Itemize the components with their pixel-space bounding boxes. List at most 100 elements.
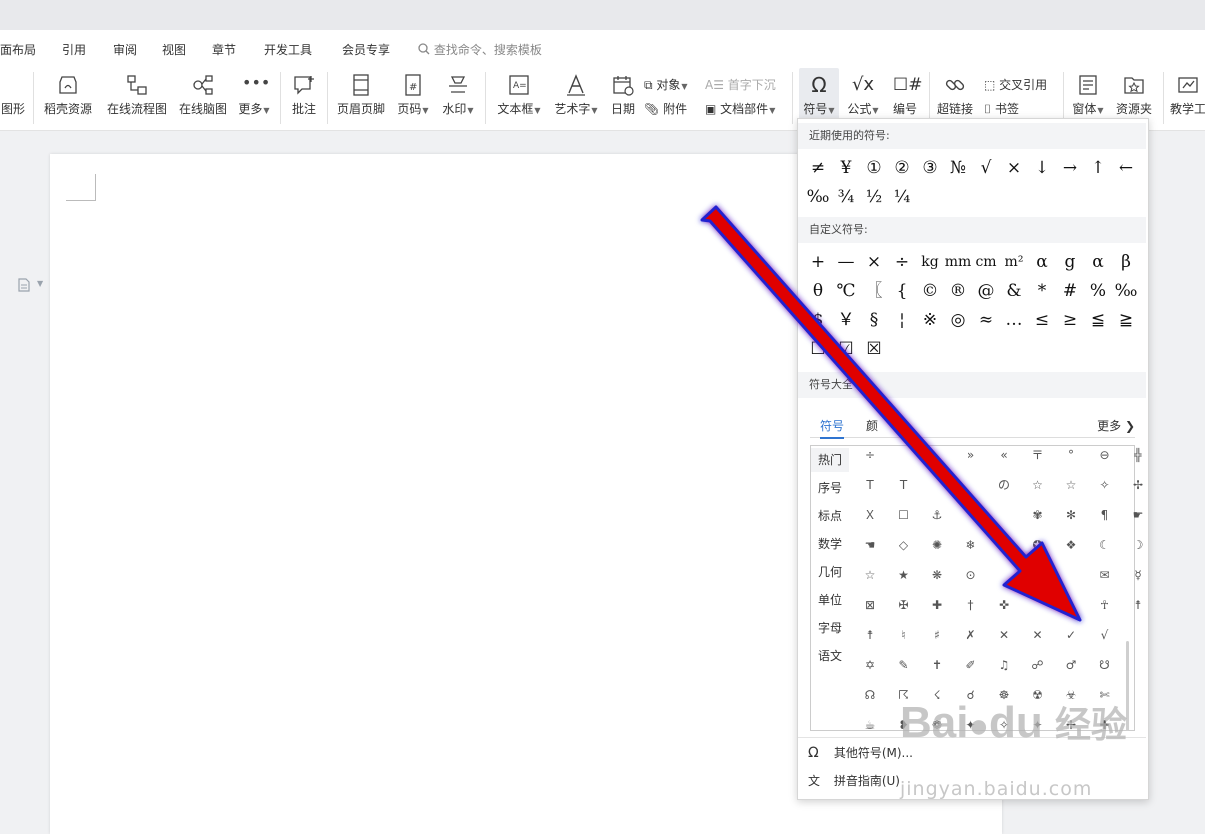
category-item[interactable]: 几何	[811, 560, 849, 584]
symbol-cell[interactable]: →	[1056, 154, 1084, 183]
library-symbol[interactable]: ✕	[987, 620, 1021, 650]
library-symbol[interactable]: ✾	[1021, 500, 1055, 530]
symbol-cell[interactable]: ‰	[1112, 277, 1140, 306]
symbol-cell[interactable]: …	[1000, 306, 1028, 335]
symbol-cell[interactable]: kg	[916, 248, 944, 277]
library-symbol[interactable]: ☆	[1054, 470, 1088, 500]
symbol-cell[interactable]: ≥	[1056, 306, 1084, 335]
library-symbol[interactable]: ¶	[1088, 500, 1122, 530]
library-symbol[interactable]: ❖	[1054, 530, 1088, 560]
category-item[interactable]: 字母	[811, 616, 849, 640]
library-symbol[interactable]: ☕	[853, 710, 887, 740]
library-symbol[interactable]: °	[1054, 440, 1088, 470]
symbol-cell[interactable]: #	[1056, 277, 1084, 306]
symbol-cell[interactable]: ☐	[804, 335, 832, 364]
library-symbol[interactable]: Ｘ	[853, 500, 887, 530]
category-item[interactable]: 标点	[811, 504, 849, 528]
library-symbol[interactable]: ☨	[853, 620, 887, 650]
symbol-cell[interactable]: ◎	[944, 306, 972, 335]
library-symbol[interactable]: ✝	[920, 650, 954, 680]
bookmark-button[interactable]: ⌷ 书签	[984, 100, 1019, 117]
symbol-cell[interactable]: α	[1028, 248, 1056, 277]
library-symbol[interactable]: ☥	[1088, 590, 1122, 620]
tab-symbols[interactable]: 符号	[820, 417, 845, 439]
library-symbol[interactable]: ╬	[1121, 440, 1155, 470]
watermark-button[interactable]: 水印▼	[440, 68, 476, 126]
symbol-cell[interactable]: β	[1112, 248, 1140, 277]
library-symbol[interactable]: ✻	[1054, 500, 1088, 530]
symbol-cell[interactable]: ≠	[804, 154, 832, 183]
symbol-cell[interactable]: —	[832, 248, 860, 277]
library-symbol[interactable]: ✓	[1054, 620, 1088, 650]
library-symbol[interactable]: ★	[887, 560, 921, 590]
symbol-cell[interactable]: ≧	[1112, 306, 1140, 335]
symbol-cell[interactable]: ≦	[1084, 306, 1112, 335]
symbol-cell[interactable]: 〖	[860, 277, 888, 306]
symbol-cell[interactable]: ¥	[832, 154, 860, 183]
library-symbol[interactable]: «	[987, 440, 1021, 470]
symbol-cell[interactable]: ℃	[832, 277, 860, 306]
library-symbol[interactable]: ☛	[1121, 500, 1155, 530]
symbol-cell[interactable]: ≈	[972, 306, 1000, 335]
symbol-cell[interactable]: §	[860, 306, 888, 335]
library-symbol[interactable]: ❄	[954, 530, 988, 560]
library-symbol[interactable]: ☊	[853, 680, 887, 710]
library-symbol[interactable]: ⚓	[920, 500, 954, 530]
symbol-cell[interactable]: ③	[916, 154, 944, 183]
library-symbol[interactable]: ☍	[1021, 650, 1055, 680]
teaching-tools-button[interactable]: 教学工	[1170, 68, 1205, 126]
symbol-cell[interactable]: ×	[860, 248, 888, 277]
category-item[interactable]: 单位	[811, 588, 849, 612]
library-symbol[interactable]: ☋	[1088, 650, 1122, 680]
symbol-cell[interactable]: ↑	[1084, 154, 1112, 183]
library-symbol[interactable]: ✗	[954, 620, 988, 650]
symbol-cell[interactable]: $	[804, 306, 832, 335]
dropcap-button[interactable]: A☰ 首字下沉	[705, 76, 776, 93]
library-symbol[interactable]: ✠	[887, 590, 921, 620]
library-symbol[interactable]: ☨	[1121, 590, 1155, 620]
library-symbol[interactable]: ☾	[1088, 530, 1122, 560]
symbol-cell[interactable]: ≤	[1028, 306, 1056, 335]
symbol-cell[interactable]: {	[888, 277, 916, 306]
symbol-cell[interactable]: ¾	[832, 183, 860, 212]
library-symbol[interactable]: ✎	[887, 650, 921, 680]
tab-color[interactable]: 颜	[866, 417, 878, 434]
shape-button[interactable]: 图形	[0, 68, 26, 126]
attachment-button[interactable]: 📎︎ 附件	[644, 100, 687, 117]
menu-view[interactable]: 视图	[162, 41, 186, 58]
doc-parts-button[interactable]: ▣ 文档部件▼	[705, 100, 775, 117]
symbol-cell[interactable]: ½	[860, 183, 888, 212]
cross-reference-button[interactable]: ⬚ 交叉引用	[984, 76, 1047, 93]
command-search[interactable]: 查找命令、搜索模板	[418, 41, 542, 58]
symbol-cell[interactable]: m²	[1000, 248, 1028, 277]
symbol-cell[interactable]: %	[1084, 277, 1112, 306]
category-item[interactable]: 序号	[811, 476, 849, 500]
symbol-cell[interactable]: g	[1056, 248, 1084, 277]
symbol-cell[interactable]: &	[1000, 277, 1028, 306]
symbol-cell[interactable]: ¼	[888, 183, 916, 212]
library-symbol[interactable]: ✪	[1021, 530, 1055, 560]
comment-button[interactable]: 批注	[289, 68, 319, 126]
more-button[interactable]: ••• 更多▼	[236, 68, 272, 126]
menu-page-layout[interactable]: 面布局	[0, 41, 36, 58]
menu-developer[interactable]: 开发工具	[264, 41, 312, 58]
library-symbol[interactable]: ☚	[853, 530, 887, 560]
object-button[interactable]: ⧉ 对象▼	[644, 76, 688, 93]
symbol-cell[interactable]: ☑	[832, 335, 860, 364]
symbol-cell[interactable]: *	[1028, 277, 1056, 306]
library-symbol[interactable]: ⊠	[853, 590, 887, 620]
library-symbol[interactable]: の	[987, 470, 1021, 500]
symbol-cell[interactable]: ↓	[1028, 154, 1056, 183]
library-symbol[interactable]: ♯	[920, 620, 954, 650]
symbol-cell[interactable]: ←	[1112, 154, 1140, 183]
library-symbol[interactable]: ✡	[853, 650, 887, 680]
library-symbol[interactable]: 〒	[1021, 440, 1055, 470]
library-symbol[interactable]: ✐	[954, 650, 988, 680]
category-item[interactable]: 语文	[811, 644, 849, 668]
library-symbol[interactable]: ◇	[887, 530, 921, 560]
library-symbol[interactable]: ✚	[920, 590, 954, 620]
menu-section[interactable]: 章节	[212, 41, 236, 58]
page-number-button[interactable]: # 页码▼	[395, 68, 431, 126]
symbol-cell[interactable]: ÷	[888, 248, 916, 277]
library-symbol[interactable]: ♮	[887, 620, 921, 650]
